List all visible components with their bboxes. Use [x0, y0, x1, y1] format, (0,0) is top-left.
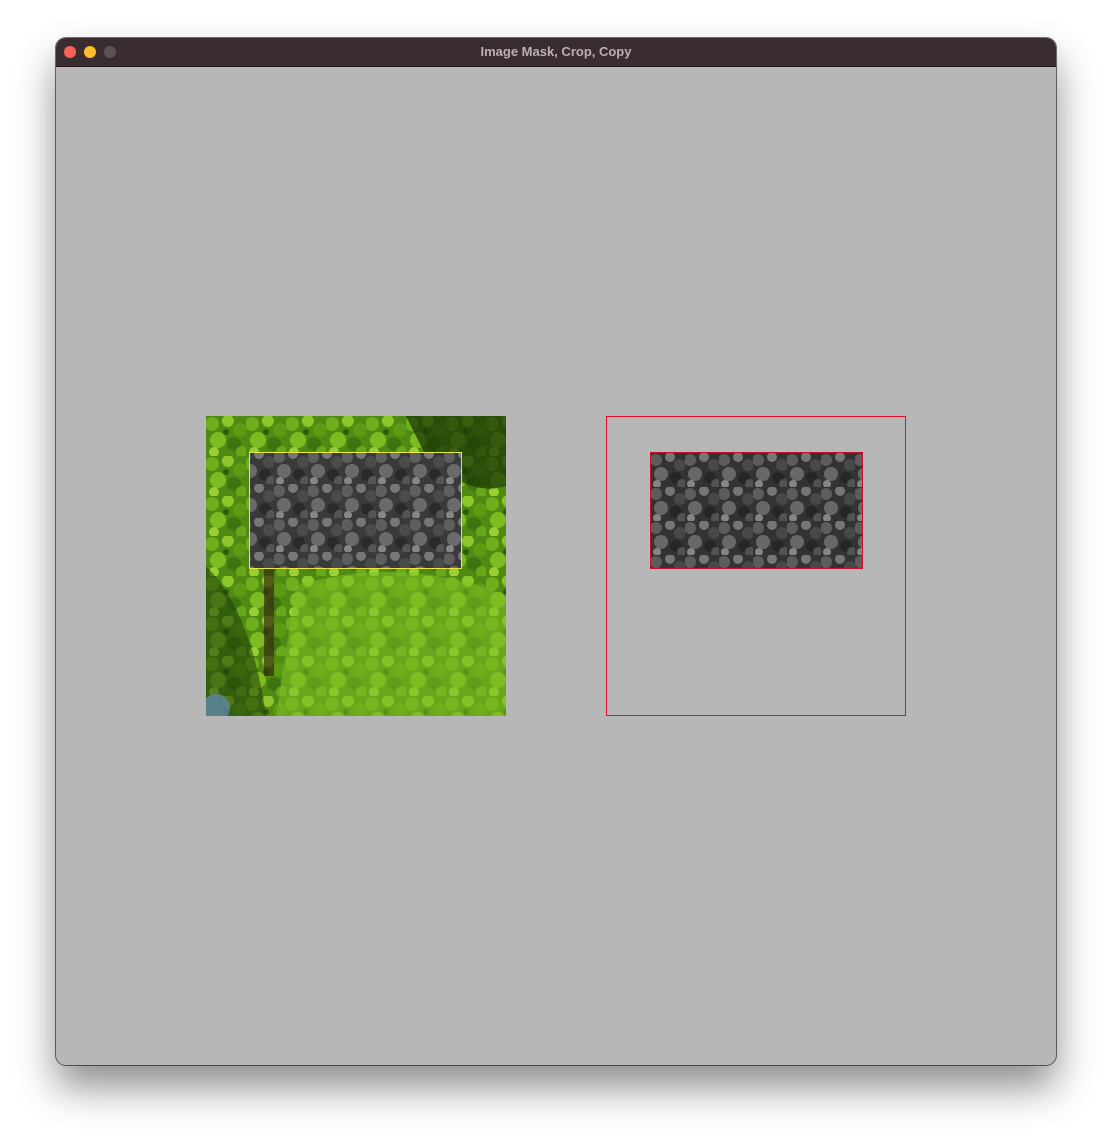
- foliage-photo: [206, 416, 506, 716]
- masked-region: [250, 453, 461, 568]
- cropped-copy: [650, 452, 863, 569]
- window-title: Image Mask, Crop, Copy: [480, 44, 632, 59]
- copy-destination-frame[interactable]: [606, 416, 906, 716]
- canvas-area[interactable]: [56, 67, 1056, 1065]
- title-bar[interactable]: Image Mask, Crop, Copy: [56, 38, 1056, 67]
- app-window: Image Mask, Crop, Copy: [56, 38, 1056, 1065]
- source-image[interactable]: [206, 416, 506, 716]
- cropped-grayscale-image: [651, 453, 862, 568]
